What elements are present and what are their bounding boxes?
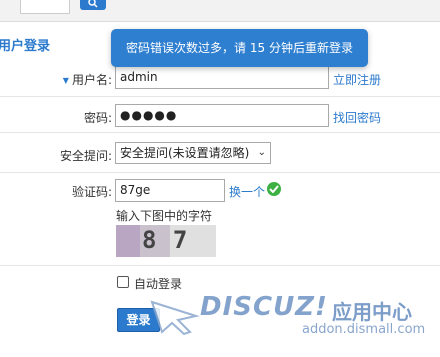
captcha-noise bbox=[116, 225, 140, 257]
refresh-captcha-link[interactable]: 换一个 bbox=[229, 183, 265, 200]
watermark-url: addon.dismall.com bbox=[302, 322, 426, 337]
error-toast: 密码错误次数过多，请 15 分钟后重新登录 bbox=[111, 29, 368, 67]
captcha-text: 8 7 G E bbox=[142, 226, 189, 257]
top-bar bbox=[0, 0, 440, 22]
page-title: 用户登录 bbox=[0, 39, 51, 54]
divider bbox=[0, 132, 440, 133]
search-icon bbox=[88, 0, 98, 8]
remember-label: 自动登录 bbox=[134, 277, 183, 291]
captcha-hint: 输入下图中的字符 bbox=[116, 209, 213, 223]
divider bbox=[0, 96, 440, 97]
username-label-text: 用户名: bbox=[71, 73, 112, 87]
watermark: DISCUZ! 应用中心 addon.dismall.com bbox=[150, 292, 440, 357]
password-label: 密码: bbox=[83, 111, 112, 125]
captcha-field[interactable]: 87ge bbox=[115, 179, 225, 202]
remember-checkbox[interactable] bbox=[117, 276, 129, 288]
register-link[interactable]: 立即注册 bbox=[333, 71, 381, 88]
chevron-down-icon: ⌄ bbox=[257, 147, 266, 158]
security-question-select[interactable]: 安全提问(未设置请忽略) ⌄ bbox=[115, 142, 271, 164]
security-question-label: 安全提问: bbox=[59, 149, 112, 163]
password-field[interactable]: ●●●●● bbox=[115, 104, 329, 127]
check-icon bbox=[267, 182, 281, 196]
top-search-input[interactable] bbox=[20, 0, 70, 14]
watermark-cn: 应用中心 bbox=[332, 300, 412, 324]
captcha-image[interactable]: 8 7 G E bbox=[116, 225, 216, 257]
username-label: ▼ 用户名: bbox=[40, 71, 112, 88]
divider bbox=[0, 172, 440, 173]
forgot-password-link[interactable]: 找回密码 bbox=[333, 109, 381, 126]
username-field[interactable]: admin bbox=[115, 66, 329, 89]
security-question-value: 安全提问(未设置请忽略) bbox=[120, 146, 250, 160]
captcha-label: 验证码: bbox=[71, 185, 112, 199]
caret-down-icon: ▼ bbox=[62, 76, 69, 85]
watermark-logo: DISCUZ! bbox=[200, 292, 328, 322]
divider bbox=[0, 265, 440, 266]
cursor-arrow-icon bbox=[150, 300, 200, 336]
top-search-button[interactable] bbox=[80, 0, 106, 10]
